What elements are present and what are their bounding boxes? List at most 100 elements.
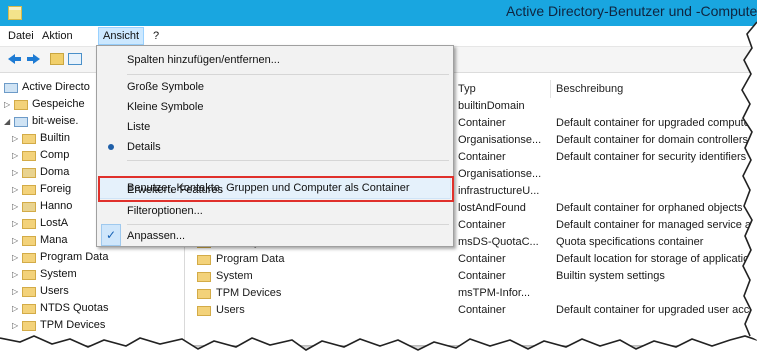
show-console-tree-icon[interactable] [68,53,82,65]
cell-type: Container [458,117,506,129]
folder-icon [22,219,36,229]
menu-item-anpassen[interactable]: Anpassen... [127,226,449,246]
cell-type: msTPM-Infor... [458,287,531,299]
cell-type: Container [458,270,506,282]
window-title: Active Directory-Benutzer und -Computer [506,3,757,19]
folder-icon [22,287,36,297]
expand-arrow-icon[interactable]: ▷ [12,198,22,215]
tree-item[interactable]: ▷ System [12,266,182,283]
app-icon [8,6,22,20]
tree-item-label: Hanno [40,200,73,212]
cell-type: msDS-QuotaC... [458,236,539,248]
ou-folder-icon [22,168,36,178]
menu-datei[interactable]: Datei [4,28,38,44]
ou-folder-icon [22,202,36,212]
tree-item[interactable]: ▷ TPM Devices [12,317,182,334]
cell-description: Quota specifications container [556,236,704,248]
folder-icon [197,306,211,316]
cell-type: infrastructureU... [458,185,540,197]
table-row[interactable]: Program Data Container Default location … [185,251,757,268]
expand-arrow-icon[interactable]: ▷ [12,215,22,232]
menu-item-liste[interactable]: Liste [127,117,449,137]
expand-arrow-icon[interactable]: ▷ [12,164,22,181]
expand-arrow-icon[interactable]: ▷ [12,130,22,147]
up-folder-icon[interactable] [50,53,64,65]
cell-description: Default container for managed service ac… [556,219,756,231]
cell-description: Default container for upgraded user acco… [556,304,756,316]
cell-name: System [216,270,253,282]
table-row[interactable]: Users Container Default container for up… [185,302,757,319]
tree-item[interactable]: ▷ NTDS Quotas [12,300,182,317]
menu-item-erweiterte-features[interactable]: Erweiterte Features [127,180,449,200]
menu-item-grosse-symbole[interactable]: Große Symbole [127,77,449,97]
tree-item-label: Comp [40,149,70,161]
tree-item-label: Users [40,285,69,297]
tree-item[interactable]: ▷ Program Data [12,249,182,266]
checkmark-icon: ✓ [101,224,121,246]
menu-separator [127,224,449,225]
title-bar: Active Directory-Benutzer und -Computer [0,0,757,26]
cell-type: Organisationse... [458,134,542,146]
tree-item-label: Doma [40,166,70,178]
expand-arrow-icon[interactable]: ▷ [12,232,22,249]
back-arrow-icon[interactable] [8,53,22,65]
tree-item-label: Foreig [40,183,72,195]
menu-help[interactable]: ? [149,28,163,44]
expand-arrow-icon[interactable]: ▷ [12,300,22,317]
cell-description: Default location for storage of applicat… [556,253,756,265]
collapse-arrow-icon[interactable]: ◢ [4,113,14,130]
column-header-beschreibung[interactable]: Beschreibung [551,80,757,98]
cell-name: Program Data [216,253,285,265]
folder-icon [22,134,36,144]
expand-arrow-icon[interactable]: ▷ [12,317,22,334]
menu-item-details[interactable]: Details [127,137,449,157]
cell-name: TPM Devices [216,287,282,299]
cell-description: Builtin system settings [556,270,665,282]
cell-description: Default container for domain controllers [556,134,748,146]
radio-selected-icon [101,137,121,157]
menu-separator [127,74,449,75]
expand-arrow-icon[interactable]: ▷ [12,266,22,283]
tree-item-label: NTDS Quotas [40,302,109,314]
tree-item-label: Gespeiche [32,98,85,110]
folder-icon [22,236,36,246]
cell-type: lostAndFound [458,202,526,214]
tree-item-label: LostA [40,217,69,229]
folder-icon [14,100,28,110]
table-row[interactable]: System Container Builtin system settings [185,268,757,285]
column-header-typ[interactable]: Typ [453,80,551,98]
folder-icon [22,185,36,195]
table-row[interactable]: TPM Devices msTPM-Infor... [185,285,757,302]
folder-icon [197,255,211,265]
cell-type: Container [458,151,506,163]
folder-icon [197,289,211,299]
menu-item-kleine-symbole[interactable]: Kleine Symbole [127,97,449,117]
tree-item-label: Mana [40,234,68,246]
expand-arrow-icon[interactable]: ▷ [4,96,14,113]
menu-separator [127,160,449,161]
cell-description: Default container for orphaned objects [556,202,743,214]
expand-arrow-icon[interactable]: ▷ [12,181,22,198]
menu-aktion[interactable]: Aktion [38,28,77,44]
folder-icon [22,321,36,331]
folder-icon [22,304,36,314]
tree-item-label: Active Directo [22,81,90,93]
menu-item-spalten[interactable]: Spalten hinzufügen/entfernen... [127,50,449,70]
expand-arrow-icon[interactable]: ▷ [12,249,22,266]
tree-item-label: TPM Devices [40,319,106,331]
menu-ansicht[interactable]: Ansicht [98,27,145,45]
menu-bar: Datei Aktion Ansicht ? [0,26,757,47]
folder-icon [197,272,211,282]
tree-item-label: System [40,268,77,280]
cell-description: Default container for security identifie… [556,151,753,163]
folder-icon [22,151,36,161]
menu-item-filteroptionen[interactable]: Filteroptionen... [127,201,449,221]
domain-icon [14,117,28,127]
tree-item-label: bit-weise. [32,115,79,127]
cell-type: Container [458,304,506,316]
tree-item[interactable]: ▷ Users [12,283,182,300]
forward-arrow-icon[interactable] [26,53,40,65]
main-window: Active Directory-Benutzer und -Computer … [0,0,757,345]
expand-arrow-icon[interactable]: ▷ [12,147,22,164]
expand-arrow-icon[interactable]: ▷ [12,283,22,300]
